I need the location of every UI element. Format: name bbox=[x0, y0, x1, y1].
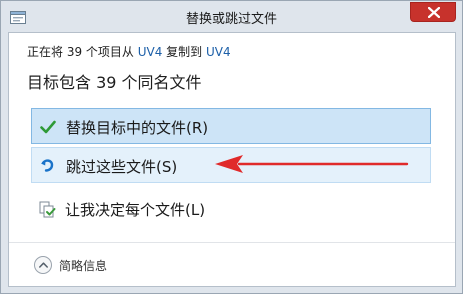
replace-files-label: 替换目标中的文件(R) bbox=[66, 119, 209, 137]
title-bar[interactable]: 替换或跳过文件 bbox=[1, 1, 462, 32]
decide-each-file-option[interactable]: 让我决定每个文件(L) bbox=[31, 191, 431, 227]
window-title: 替换或跳过文件 bbox=[185, 12, 277, 27]
red-arrow-icon bbox=[213, 153, 409, 179]
divider bbox=[9, 242, 455, 243]
skip-arrow-icon bbox=[40, 158, 56, 174]
copy-status-middle: 复制到 bbox=[162, 45, 206, 59]
folder-icon bbox=[10, 9, 26, 24]
skip-files-label: 跳过这些文件(S) bbox=[66, 158, 178, 176]
conflict-headline: 目标包含 39 个同名文件 bbox=[27, 73, 202, 92]
copy-status-line: 正在将 39 个项目从 UV4 复制到 UV4 bbox=[27, 43, 231, 60]
chevron-up-icon bbox=[34, 256, 52, 274]
fewer-details-label: 简略信息 bbox=[59, 259, 108, 273]
source-folder-link[interactable]: UV4 bbox=[138, 45, 163, 59]
dialog-window: 替换或跳过文件 正在将 39 个项目从 UV4 复制到 UV4 目标包含 39 … bbox=[0, 0, 463, 294]
replace-files-option[interactable]: 替换目标中的文件(R) bbox=[31, 108, 431, 144]
copy-status-prefix: 正在将 39 个项目从 bbox=[27, 45, 138, 59]
check-icon bbox=[40, 119, 56, 135]
destination-folder-link[interactable]: UV4 bbox=[206, 45, 231, 59]
decide-each-file-label: 让我决定每个文件(L) bbox=[65, 201, 206, 219]
copy-files-icon bbox=[39, 201, 56, 218]
close-button[interactable] bbox=[410, 2, 456, 22]
